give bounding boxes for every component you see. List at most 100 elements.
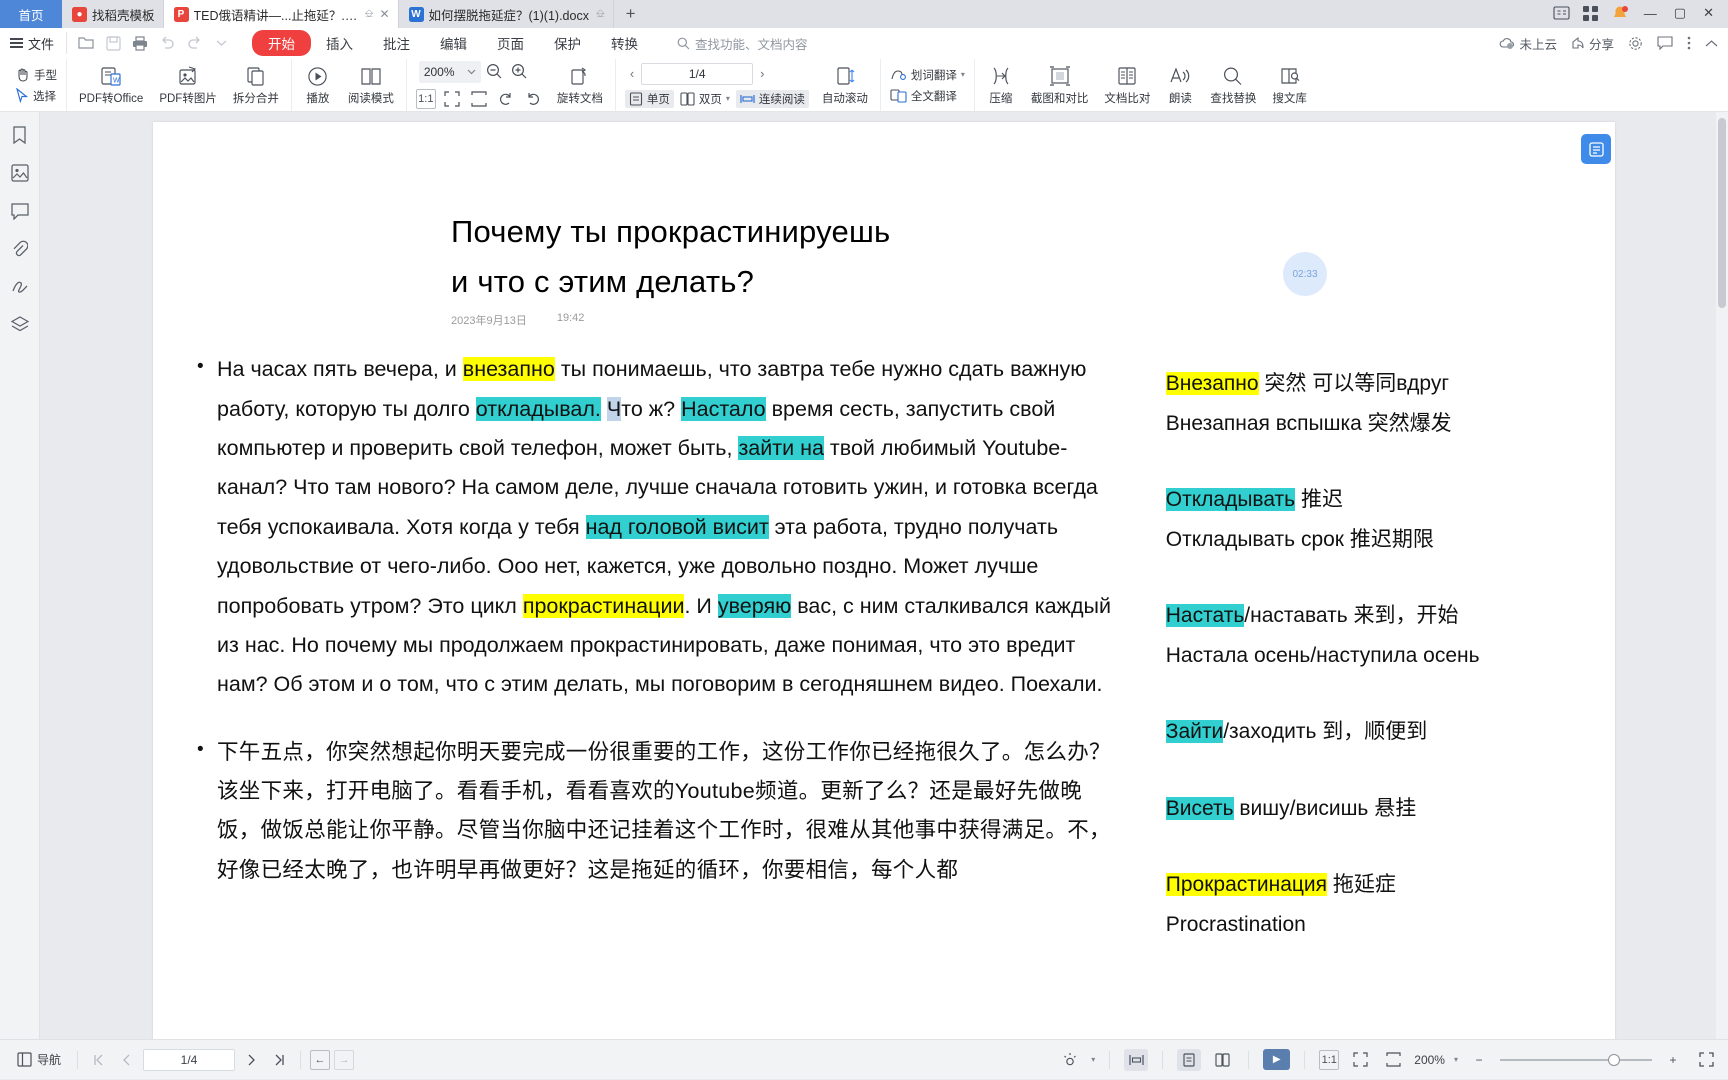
share-button[interactable]: 分享 — [1571, 34, 1614, 53]
status-zoom-value[interactable]: 200% — [1414, 1053, 1445, 1067]
chevron-down-icon[interactable] — [210, 32, 232, 54]
zoom-level-select[interactable]: 200% — [418, 60, 481, 83]
zoom-in-button[interactable] — [509, 61, 531, 83]
fit-page-button[interactable] — [1348, 1049, 1372, 1071]
fit-width-button[interactable] — [1381, 1049, 1405, 1071]
tab-pin-icon[interactable]: ⎒ — [365, 8, 374, 21]
doc-compare-button[interactable]: 文档比对 — [1097, 63, 1157, 108]
continuous-scroll-toggle[interactable] — [1124, 1048, 1149, 1071]
play-button[interactable]: 播放 — [297, 63, 339, 108]
tab-convert[interactable]: 转换 — [596, 31, 653, 55]
actual-size-button[interactable]: 1:1 — [1319, 1049, 1340, 1070]
tab-edit[interactable]: 编辑 — [425, 31, 482, 55]
rotate-right-icon[interactable] — [522, 88, 544, 110]
cloud-status-button[interactable]: 未上云 — [1499, 34, 1557, 53]
chevron-down-icon[interactable]: ▾ — [1091, 1055, 1095, 1064]
read-aloud-button[interactable]: 朗读 — [1159, 63, 1201, 108]
redo-icon[interactable] — [183, 32, 205, 54]
tab-insert[interactable]: 插入 — [311, 31, 368, 55]
tab-docx-document[interactable]: W 如何摆脱拖延症？(1)(1).docx ⎒ — [398, 0, 614, 28]
document-viewport[interactable]: Почему ты прокрастинируешь и что с этим … — [40, 112, 1728, 1039]
zoom-out-button[interactable]: − — [1467, 1049, 1491, 1071]
next-page-button[interactable] — [239, 1049, 263, 1071]
screenshot-compare-button[interactable]: 截图和对比 — [1024, 63, 1096, 108]
next-view-button[interactable]: → — [334, 1049, 355, 1070]
file-menu-button[interactable]: 文件 — [10, 34, 64, 53]
tab-pin-icon[interactable]: ⎒ — [596, 8, 605, 21]
tab-pdf-document[interactable]: P TED俄语精讲—...止拖延？.pdf ⎒ ✕ — [163, 0, 399, 28]
new-tab-button[interactable]: + — [614, 0, 648, 28]
save-icon[interactable] — [102, 32, 124, 54]
page-number-input[interactable]: 1/4 — [641, 62, 754, 85]
select-tool-button[interactable]: 选择 — [15, 88, 57, 104]
actual-size-icon[interactable]: 1:1 — [415, 88, 436, 109]
zoom-out-button[interactable] — [484, 61, 506, 83]
status-page-input[interactable]: 1/4 — [143, 1048, 236, 1071]
settings-gear-icon[interactable] — [1628, 36, 1643, 51]
navigation-button[interactable]: 导航 — [10, 1051, 68, 1068]
continuous-read-button[interactable]: 连续阅读 — [735, 89, 809, 108]
fit-page-icon[interactable] — [441, 88, 463, 110]
bookmark-icon[interactable] — [7, 122, 33, 148]
minimize-button[interactable]: — — [1642, 6, 1659, 21]
chevron-down-icon[interactable]: ▾ — [1454, 1055, 1458, 1064]
search-library-button[interactable]: 搜文库 — [1265, 63, 1314, 108]
close-button[interactable]: ✕ — [1701, 5, 1716, 21]
prev-view-button[interactable]: ← — [310, 1049, 331, 1070]
attachment-icon[interactable] — [7, 236, 33, 262]
rotate-document-button[interactable]: 旋转文档 — [550, 63, 610, 108]
comment-icon[interactable] — [7, 198, 33, 224]
last-page-button[interactable] — [267, 1049, 291, 1071]
tab-protect[interactable]: 保护 — [539, 31, 596, 55]
fullscreen-button[interactable] — [1694, 1049, 1718, 1071]
signature-icon[interactable] — [7, 274, 33, 300]
full-translate-button[interactable]: 全文翻译 — [890, 88, 965, 104]
double-page-toggle[interactable] — [1210, 1049, 1234, 1071]
zoom-in-button[interactable]: + — [1661, 1049, 1685, 1071]
single-page-toggle[interactable] — [1177, 1048, 1202, 1071]
eye-protection-icon[interactable] — [1058, 1049, 1082, 1071]
scrollbar-thumb[interactable] — [1718, 118, 1726, 308]
maximize-button[interactable]: ▢ — [1672, 5, 1688, 21]
notification-icon[interactable] — [1611, 5, 1629, 21]
home-tab[interactable]: 首页 — [0, 0, 62, 28]
fit-width-icon[interactable] — [468, 88, 490, 110]
tab-close-icon[interactable]: ✕ — [379, 7, 389, 21]
grid-apps-icon[interactable] — [1582, 5, 1598, 21]
prev-page-button[interactable] — [115, 1049, 139, 1071]
undo-icon[interactable] — [156, 32, 178, 54]
tab-annotate[interactable]: 批注 — [368, 31, 425, 55]
first-page-button[interactable] — [87, 1049, 111, 1071]
word-translate-button[interactable]: 划词翻译 ▾ — [890, 67, 965, 83]
floating-action-button[interactable] — [1581, 134, 1611, 164]
pdf-to-image-button[interactable]: PDF转图片 — [152, 63, 224, 108]
compress-button[interactable]: 压缩 — [980, 63, 1022, 108]
prev-page-button[interactable]: ‹ — [625, 66, 639, 81]
thumbnail-icon[interactable] — [7, 160, 33, 186]
audio-timestamp-bubble[interactable]: 02:33 — [1283, 252, 1327, 296]
open-icon[interactable] — [75, 32, 97, 54]
single-page-button[interactable]: 单页 — [624, 89, 674, 108]
next-page-button[interactable]: › — [755, 66, 769, 81]
tab-find-template[interactable]: ● 找稻壳模板 — [62, 0, 164, 28]
feedback-icon[interactable] — [1657, 36, 1673, 50]
zoom-slider[interactable] — [1500, 1053, 1652, 1066]
auto-scroll-button[interactable]: 自动滚动 — [815, 63, 875, 108]
print-icon[interactable] — [129, 32, 151, 54]
double-page-button[interactable]: 双页 ▾ — [680, 91, 730, 107]
tab-start[interactable]: 开始 — [252, 30, 312, 56]
pdf-to-office-button[interactable]: W PDF转Office — [72, 63, 150, 108]
vertical-scrollbar[interactable] — [1716, 112, 1728, 1039]
rotate-left-icon[interactable] — [495, 88, 517, 110]
calculator-icon[interactable] — [1553, 6, 1570, 20]
split-merge-button[interactable]: 拆分合并 — [226, 63, 286, 108]
presentation-play-button[interactable]: ▶ — [1263, 1049, 1291, 1070]
more-options-icon[interactable] — [1687, 36, 1691, 50]
read-mode-button[interactable]: 阅读模式 — [341, 63, 401, 108]
ribbon-search-box[interactable]: 查找功能、文档内容 — [677, 34, 808, 53]
collapse-ribbon-icon[interactable] — [1705, 39, 1718, 48]
layers-icon[interactable] — [7, 312, 33, 338]
tab-page[interactable]: 页面 — [482, 31, 539, 55]
find-replace-button[interactable]: 查找替换 — [1203, 63, 1263, 108]
zoom-slider-handle[interactable] — [1608, 1053, 1620, 1066]
